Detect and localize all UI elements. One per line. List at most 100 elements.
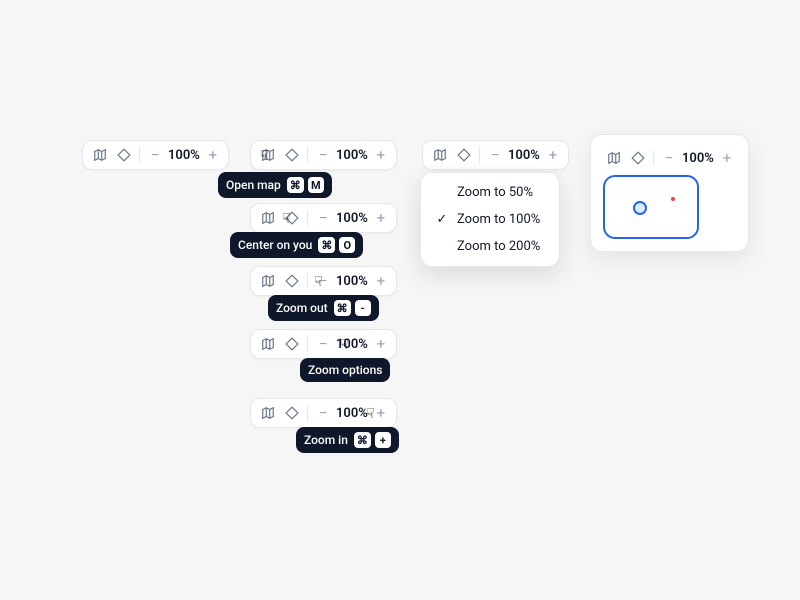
zoom-out-button[interactable]: −: [314, 144, 332, 166]
tooltip-label: Open map: [226, 178, 281, 192]
map-icon: [93, 148, 107, 162]
tooltip-open-map: Open map ⌘ M: [218, 172, 332, 198]
minimap-point-marker: [671, 197, 675, 201]
center-on-you-button[interactable]: [281, 270, 303, 292]
zoom-in-button[interactable]: +: [372, 144, 390, 166]
open-map-button[interactable]: [89, 144, 111, 166]
zoom-level-button[interactable]: 100%: [334, 274, 370, 289]
map-icon: [261, 211, 275, 225]
navigation-toolbar: − 100% +: [250, 140, 397, 170]
navigation-toolbar: − 100% +: [422, 140, 569, 170]
open-map-button[interactable]: [257, 144, 279, 166]
locate-icon: [285, 274, 299, 288]
zoom-out-button[interactable]: −: [660, 147, 678, 169]
map-icon: [261, 274, 275, 288]
zoom-in-button[interactable]: +: [372, 402, 390, 424]
kbd-key: +: [375, 432, 391, 448]
map-icon: [433, 148, 447, 162]
minimap-viewport[interactable]: [603, 175, 699, 239]
dropdown-item-label: Zoom to 200%: [457, 239, 540, 254]
zoom-out-button[interactable]: −: [314, 270, 332, 292]
kbd-modifier: ⌘: [287, 177, 304, 193]
open-map-button[interactable]: [257, 207, 279, 229]
zoom-option-200[interactable]: Zoom to 200%: [427, 233, 553, 260]
open-map-button[interactable]: [257, 270, 279, 292]
zoom-level-button[interactable]: 100%: [506, 148, 542, 163]
minimap-panel: − 100% +: [590, 134, 749, 252]
zoom-in-button[interactable]: +: [372, 333, 390, 355]
map-icon: [607, 151, 621, 165]
zoom-option-50[interactable]: Zoom to 50%: [427, 179, 553, 206]
navigation-toolbar: − 100% +: [250, 329, 397, 359]
navigation-toolbar: − 100% +: [250, 398, 397, 428]
kbd-key: -: [355, 300, 371, 316]
kbd-key: M: [308, 177, 324, 193]
divider: [139, 147, 140, 163]
navigation-toolbar: − 100% +: [250, 203, 397, 233]
divider: [653, 150, 654, 166]
locate-icon: [285, 211, 299, 225]
tooltip-zoom-in: Zoom in ⌘ +: [296, 427, 399, 453]
center-on-you-button[interactable]: [281, 144, 303, 166]
center-on-you-button[interactable]: [627, 147, 649, 169]
locate-icon: [285, 337, 299, 351]
zoom-level-button[interactable]: 100%: [334, 406, 370, 421]
open-map-button[interactable]: [257, 402, 279, 424]
zoom-in-button[interactable]: +: [204, 144, 222, 166]
zoom-level-button[interactable]: 100%: [680, 151, 716, 166]
center-on-you-button[interactable]: [281, 402, 303, 424]
zoom-out-button[interactable]: −: [314, 402, 332, 424]
zoom-level-button[interactable]: 100%: [334, 211, 370, 226]
tooltip-label: Zoom options: [308, 363, 382, 377]
locate-icon: [285, 406, 299, 420]
tooltip-center-on-you: Center on you ⌘ O: [230, 232, 363, 258]
zoom-level-button[interactable]: 100%: [334, 148, 370, 163]
open-map-button[interactable]: [603, 147, 625, 169]
zoom-in-button[interactable]: +: [718, 147, 736, 169]
map-icon: [261, 337, 275, 351]
center-on-you-button[interactable]: [113, 144, 135, 166]
zoom-out-button[interactable]: −: [146, 144, 164, 166]
tooltip-zoom-options: Zoom options: [300, 358, 390, 382]
kbd-modifier: ⌘: [318, 237, 335, 253]
dropdown-item-label: Zoom to 100%: [457, 212, 540, 227]
open-map-button[interactable]: [257, 333, 279, 355]
zoom-in-button[interactable]: +: [544, 144, 562, 166]
dropdown-item-label: Zoom to 50%: [457, 185, 533, 200]
divider: [307, 405, 308, 421]
check-icon: ✓: [435, 212, 449, 227]
zoom-out-button[interactable]: −: [314, 333, 332, 355]
divider: [307, 336, 308, 352]
zoom-in-button[interactable]: +: [372, 207, 390, 229]
navigation-toolbar: − 100% +: [82, 140, 229, 170]
zoom-out-button[interactable]: −: [314, 207, 332, 229]
locate-icon: [285, 148, 299, 162]
tooltip-label: Zoom in: [304, 433, 348, 447]
tooltip-label: Zoom out: [276, 301, 328, 315]
tooltip-zoom-out: Zoom out ⌘ -: [268, 295, 379, 321]
zoom-in-button[interactable]: +: [372, 270, 390, 292]
center-on-you-button[interactable]: [453, 144, 475, 166]
zoom-level-button[interactable]: 100%: [166, 148, 202, 163]
center-on-you-button[interactable]: [281, 333, 303, 355]
kbd-key: O: [339, 237, 355, 253]
divider: [479, 147, 480, 163]
kbd-modifier: ⌘: [334, 300, 351, 316]
open-map-button[interactable]: [429, 144, 451, 166]
zoom-out-button[interactable]: −: [486, 144, 504, 166]
minimap-you-marker: [633, 201, 647, 215]
map-icon: [261, 406, 275, 420]
tooltip-label: Center on you: [238, 238, 312, 252]
zoom-level-button[interactable]: 100%: [334, 337, 370, 352]
divider: [307, 210, 308, 226]
locate-icon: [117, 148, 131, 162]
divider: [307, 147, 308, 163]
kbd-modifier: ⌘: [354, 432, 371, 448]
locate-icon: [631, 151, 645, 165]
map-icon: [261, 148, 275, 162]
navigation-toolbar: − 100% +: [250, 266, 397, 296]
center-on-you-button[interactable]: [281, 207, 303, 229]
zoom-option-100[interactable]: ✓ Zoom to 100%: [427, 206, 553, 233]
stage: − 100% + − 100% + ☟ Open map ⌘ M − 100%: [0, 0, 800, 600]
divider: [307, 273, 308, 289]
